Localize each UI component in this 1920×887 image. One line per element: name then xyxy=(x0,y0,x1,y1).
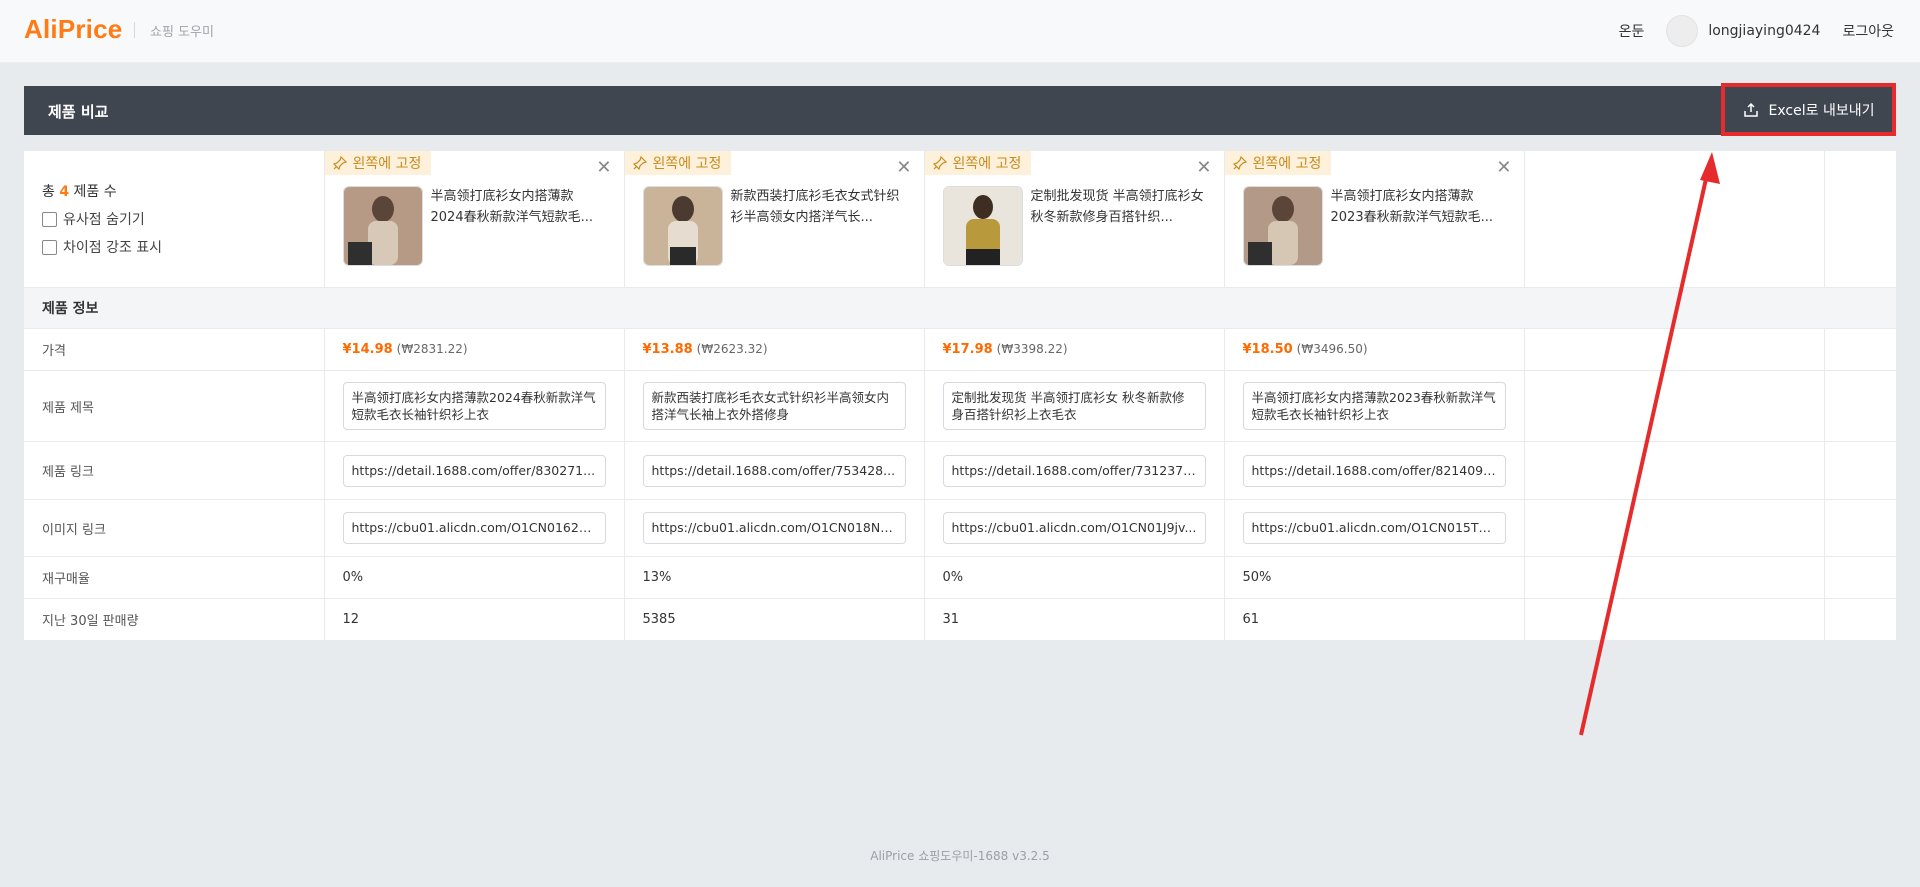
pin-left-button[interactable]: 왼쪽에 고정 xyxy=(624,151,732,175)
product-link-field[interactable]: https://detail.1688.com/offer/8214091... xyxy=(1242,454,1506,487)
row-label: 지난 30일 판매량 xyxy=(24,598,325,641)
section-title: 제품 정보 xyxy=(24,287,1896,329)
panel-header: 제품 비교 Excel로 내보내기 xyxy=(24,83,1896,136)
product-card: 왼쪽에 고정 ✕ 新款西装打底衫毛衣女式针织衫半高领女内搭洋气长... xyxy=(624,151,925,288)
avatar xyxy=(1666,15,1699,47)
summary-cell: 총 4 제품 수 유사점 숨기기 차이점 강조 표시 xyxy=(24,151,325,288)
empty-product-slot xyxy=(1824,151,1896,288)
image-link-field[interactable]: https://cbu01.alicdn.com/O1CN0162k... xyxy=(342,512,606,544)
pin-left-button[interactable]: 왼쪽에 고정 xyxy=(1224,151,1332,175)
sales-value: 5385 xyxy=(624,598,925,641)
pin-left-button[interactable]: 왼쪽에 고정 xyxy=(924,151,1032,175)
product-title-field[interactable]: 半高领打底衫女内搭薄款2024春秋新款洋气短款毛衣长袖针织衫上衣 xyxy=(342,382,606,430)
price-cell: ¥17.98 (₩3398.22) xyxy=(924,328,1225,371)
remove-product-button[interactable]: ✕ xyxy=(1496,157,1511,178)
price-cell: ¥13.88 (₩2623.32) xyxy=(624,328,925,371)
product-card: 왼쪽에 고정 ✕ 半高领打底衫女内搭薄款2024春秋新款洋气短款毛... xyxy=(324,151,625,288)
remove-product-button[interactable]: ✕ xyxy=(596,157,611,178)
sales-row: 지난 30일 판매량 12 5385 31 61 xyxy=(24,598,1896,641)
username: longjiaying0424 xyxy=(1708,23,1821,39)
user-menu[interactable]: longjiaying0424 xyxy=(1666,15,1820,47)
hide-similar-option[interactable]: 유사점 숨기기 xyxy=(42,209,324,229)
empty-product-slot xyxy=(1524,151,1825,288)
price-krw: (₩2831.22) xyxy=(396,342,468,356)
row-label: 제품 제목 xyxy=(24,370,325,442)
pin-icon xyxy=(1232,156,1247,170)
product-short-title[interactable]: 新款西装打底衫毛衣女式针织衫半高领女内搭洋气长... xyxy=(731,186,907,228)
price-krw: (₩3398.22) xyxy=(996,342,1068,356)
product-title-field[interactable]: 新款西装打底衫毛衣女式针织衫半高领女内搭洋气长袖上衣外搭修身 xyxy=(642,382,906,430)
top-nav: 온둔 longjiaying0424 로그아웃 xyxy=(1619,0,1894,62)
highlight-diff-checkbox[interactable] xyxy=(42,239,57,255)
product-title-field[interactable]: 半高领打底衫女内搭薄款2023春秋新款洋气短款毛衣长袖针织衫上衣 xyxy=(1242,382,1506,430)
product-short-title[interactable]: 定制批发现货 半高领打底衫女 秋冬新款修身百搭针织... xyxy=(1031,186,1207,228)
footer-version: AliPrice 쇼핑도우미-1688 v3.2.5 xyxy=(870,849,1050,863)
image-link-field[interactable]: https://cbu01.alicdn.com/O1CN015TFI... xyxy=(1242,512,1506,544)
product-header-row: 총 4 제품 수 유사점 숨기기 차이점 강조 표시 왼쪽에 고정 ✕ 半高领打… xyxy=(24,151,1896,288)
link-row: 제품 링크 https://detail.1688.com/offer/8302… xyxy=(24,441,1896,500)
remove-product-button[interactable]: ✕ xyxy=(1196,157,1211,178)
page-title: 제품 비교 xyxy=(48,103,109,121)
comparison-table: 총 4 제품 수 유사점 숨기기 차이점 강조 표시 왼쪽에 고정 ✕ 半高领打… xyxy=(24,151,1896,641)
repurchase-row: 재구매율 0% 13% 0% 50% xyxy=(24,556,1896,599)
hide-similar-checkbox[interactable] xyxy=(42,211,57,227)
nav-item[interactable]: 온둔 xyxy=(1619,21,1645,41)
pin-icon xyxy=(632,156,647,170)
price-cell: ¥14.98 (₩2831.22) xyxy=(324,328,625,371)
product-image[interactable] xyxy=(342,186,423,266)
image-link-row: 이미지 링크 https://cbu01.alicdn.com/O1CN0162… xyxy=(24,499,1896,557)
export-icon xyxy=(1743,102,1758,117)
row-label: 제품 링크 xyxy=(24,441,325,500)
product-short-title[interactable]: 半高领打底衫女内搭薄款2024春秋新款洋气短款毛... xyxy=(431,186,607,228)
row-label: 이미지 링크 xyxy=(24,499,325,557)
top-bar: AliPrice 쇼핑 도우미 온둔 longjiaying0424 로그아웃 xyxy=(0,0,1920,63)
price-cny: ¥14.98 xyxy=(342,342,393,357)
row-label: 가격 xyxy=(24,328,325,371)
product-image[interactable] xyxy=(1242,186,1323,266)
sales-value: 31 xyxy=(924,598,1225,641)
logo-divider xyxy=(134,22,135,38)
product-image[interactable] xyxy=(642,186,723,266)
section-row: 제품 정보 xyxy=(24,287,1896,329)
price-cny: ¥13.88 xyxy=(642,342,693,357)
sales-value: 12 xyxy=(324,598,625,641)
row-label: 재구매율 xyxy=(24,556,325,599)
product-short-title[interactable]: 半高领打底衫女内搭薄款2023春秋新款洋气短款毛... xyxy=(1331,186,1507,228)
logout-link[interactable]: 로그아웃 xyxy=(1842,21,1894,41)
logo-subtitle: 쇼핑 도우미 xyxy=(150,25,214,40)
product-title-field[interactable]: 定制批发现货 半高领打底衫女 秋冬新款修身百搭针织衫上衣毛衣 xyxy=(942,382,1206,430)
product-image[interactable] xyxy=(942,186,1023,266)
price-cny: ¥18.50 xyxy=(1242,342,1293,357)
price-cell: ¥18.50 (₩3496.50) xyxy=(1224,328,1525,371)
highlight-diff-option[interactable]: 차이점 강조 표시 xyxy=(42,237,324,257)
sales-value: 61 xyxy=(1224,598,1525,641)
price-row: 가격 ¥14.98 (₩2831.22) ¥13.88 (₩2623.32) ¥17… xyxy=(24,328,1896,371)
product-link-field[interactable]: https://detail.1688.com/offer/830271... xyxy=(342,454,606,487)
repurchase-value: 0% xyxy=(324,556,625,599)
title-row: 제품 제목 半高领打底衫女内搭薄款2024春秋新款洋气短款毛衣长袖针织衫上衣 新… xyxy=(24,370,1896,442)
product-card: 왼쪽에 고정 ✕ 定制批发现货 半高领打底衫女 秋冬新款修身百搭针织... xyxy=(924,151,1225,288)
product-link-field[interactable]: https://detail.1688.com/offer/753428... xyxy=(642,454,906,487)
export-excel-button[interactable]: Excel로 내보내기 xyxy=(1721,83,1896,136)
repurchase-value: 50% xyxy=(1224,556,1525,599)
price-cny: ¥17.98 xyxy=(942,342,993,357)
aliprice-logo[interactable]: AliPrice xyxy=(24,14,122,45)
image-link-field[interactable]: https://cbu01.alicdn.com/O1CN01J9jv... xyxy=(942,512,1206,544)
remove-product-button[interactable]: ✕ xyxy=(896,157,911,178)
product-card: 왼쪽에 고정 ✕ 半高领打底衫女内搭薄款2023春秋新款洋气短款毛... xyxy=(1224,151,1525,288)
pin-left-button[interactable]: 왼쪽에 고정 xyxy=(324,151,432,175)
repurchase-value: 13% xyxy=(624,556,925,599)
price-krw: (₩3496.50) xyxy=(1296,342,1368,356)
repurchase-value: 0% xyxy=(924,556,1225,599)
price-krw: (₩2623.32) xyxy=(696,342,768,356)
pin-icon xyxy=(332,156,347,170)
product-link-field[interactable]: https://detail.1688.com/offer/7312376... xyxy=(942,454,1206,487)
product-count: 총 4 제품 수 xyxy=(42,184,117,200)
export-label: Excel로 내보내기 xyxy=(1768,102,1875,119)
image-link-field[interactable]: https://cbu01.alicdn.com/O1CN018NP... xyxy=(642,512,906,544)
pin-icon xyxy=(932,156,947,170)
